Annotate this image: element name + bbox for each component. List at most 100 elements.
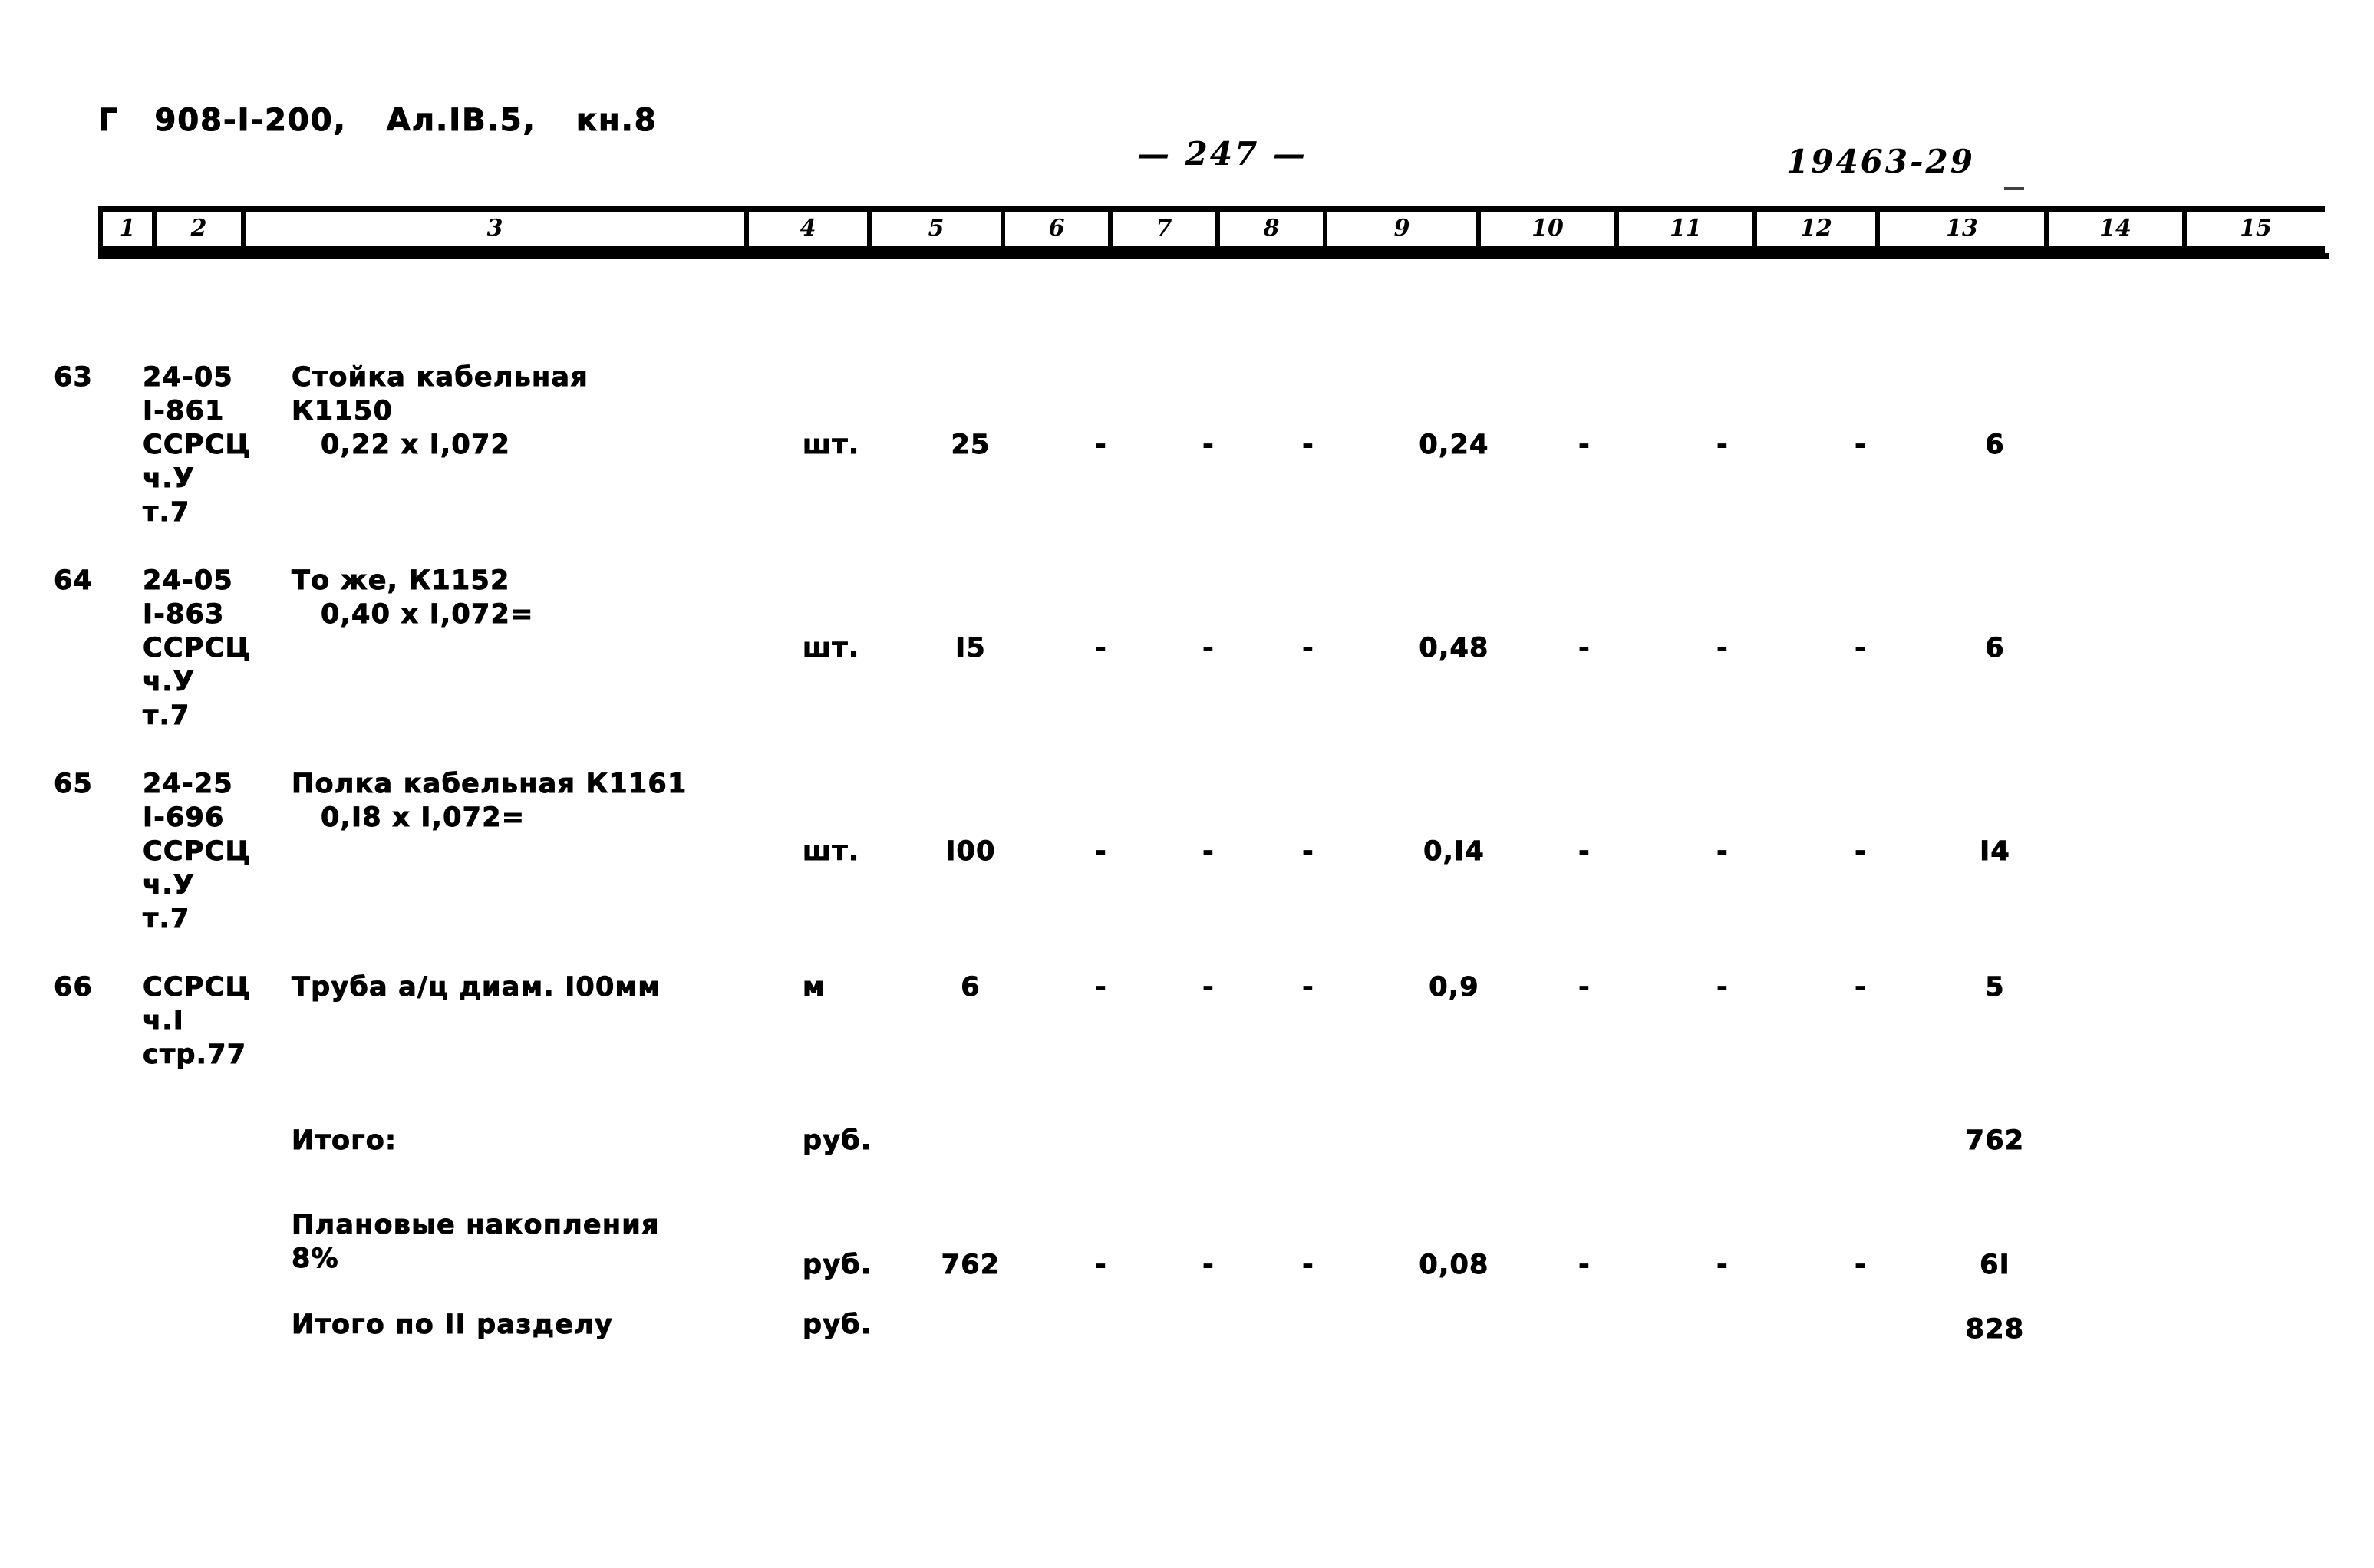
column-number-15: 15 [2240, 214, 2272, 242]
row-col9: 0,24 [1419, 430, 1489, 461]
row-code: ССРСЦ ч.I стр.77 [143, 972, 252, 1071]
column-number-9: 9 [1327, 212, 1481, 246]
summary-row-section-total: Итого по II разделу руб. 828 [0, 1308, 2374, 1392]
summary-col10: - [1578, 1250, 1591, 1281]
row-name-line3: 0,I8 х I,072= [321, 802, 526, 834]
column-number-1: 1 [98, 212, 157, 246]
row-qty: I5 [955, 633, 986, 664]
column-number-7: 7 [1113, 212, 1220, 246]
album-label: Ал.IB.5, [386, 102, 536, 138]
row-unit: шт. [803, 633, 860, 664]
row-unit: м [803, 972, 826, 1003]
row-col12: - [1855, 430, 1867, 461]
row-col13: 6 [1985, 430, 2005, 461]
column-number-10: 10 [1481, 212, 1619, 246]
book-label: кн.8 [575, 102, 658, 138]
table-row: 66 ССРСЦ ч.I стр.77 Труба а/ц диам. I00м… [0, 970, 2374, 1124]
row-qty: 25 [951, 430, 991, 461]
scan-artifact [2004, 187, 2024, 190]
row-name: Стойка кабельная К1150 0,22 х I,072 [292, 361, 813, 462]
page-number: — 247 — [1137, 135, 1307, 173]
row-number: 63 [54, 362, 94, 394]
row-col12: - [1855, 972, 1867, 1003]
table-row: 63 24-05 I-861 ССРСЦ ч.У т.7 Стойка кабе… [0, 361, 2374, 564]
row-col11: - [1716, 430, 1729, 461]
summary-col13: 6I [1980, 1250, 2010, 1281]
row-col13: I4 [1980, 836, 2010, 868]
column-number-4: 4 [749, 212, 872, 246]
summary-qty: 762 [941, 1250, 1001, 1281]
column-number-13: 13 [1880, 212, 2049, 246]
row-col6: - [1095, 836, 1107, 868]
scanned-estimate-page: Г 908-I-200, Ал.IB.5, кн.8 — 247 — 19463-29… [0, 0, 2374, 1568]
summary-row-total: Итого: руб. 762 [0, 1124, 2374, 1208]
column-number-6: 6 [1005, 212, 1113, 246]
summary-col7: - [1202, 1250, 1215, 1281]
row-col11: - [1716, 972, 1729, 1003]
column-number-2: 2 [157, 212, 246, 246]
row-number: 65 [54, 769, 94, 800]
summary-label: Плановые накопления 8% [292, 1210, 660, 1275]
document-header: Г 908-I-200, Ал.IB.5, кн.8 [97, 102, 658, 138]
column-number-14: 14 [2049, 212, 2187, 246]
row-col7: - [1202, 633, 1215, 664]
row-number: 66 [54, 972, 94, 1003]
row-name-line1: Труба а/ц диам. I00мм [292, 972, 661, 1003]
summary-col13: 762 [1965, 1125, 2025, 1157]
row-name-line3: 0,22 х I,072 [321, 430, 511, 461]
summary-unit: руб. [803, 1250, 872, 1281]
column-number-header: 1 2 3 4 5 6 7 8 9 10 11 12 13 14 15 [98, 206, 2325, 253]
row-col8: - [1302, 972, 1314, 1003]
summary-col6: - [1095, 1250, 1107, 1281]
row-name-line1: Стойка кабельная [292, 362, 589, 394]
table-row: 64 24-05 I-863 ССРСЦ ч.У т.7 То же, К115… [0, 564, 2374, 767]
estimate-rows: 63 24-05 I-861 ССРСЦ ч.У т.7 Стойка кабе… [0, 361, 2374, 1392]
row-col10: - [1578, 430, 1591, 461]
row-col10: - [1578, 633, 1591, 664]
scan-artifact [849, 256, 862, 259]
row-col8: - [1302, 836, 1314, 868]
row-col9: 0,I4 [1423, 836, 1485, 868]
column-number-3: 3 [246, 212, 749, 246]
row-qty: I00 [945, 836, 996, 868]
row-name: Полка кабельная К1161 0,I8 х I,072= [292, 767, 813, 835]
row-col8: - [1302, 633, 1314, 664]
row-col9: 0,48 [1419, 633, 1489, 664]
summary-col9: 0,08 [1419, 1250, 1489, 1281]
summary-row-planned-savings: Плановые накопления 8% руб. 762 - - - 0,… [0, 1208, 2374, 1308]
gamma-mark: Г [97, 102, 120, 138]
row-name-line3: 0,40 х I,072= [321, 599, 534, 631]
column-number-12: 12 [1757, 212, 1880, 246]
row-number: 64 [54, 565, 94, 597]
row-col11: - [1716, 633, 1729, 664]
row-col7: - [1202, 430, 1215, 461]
row-col8: - [1302, 430, 1314, 461]
row-name: Труба а/ц диам. I00мм [292, 970, 813, 1004]
row-col12: - [1855, 836, 1867, 868]
row-col13: 5 [1985, 972, 2005, 1003]
row-name: То же, К1152 0,40 х I,072= [292, 564, 813, 631]
row-col10: - [1578, 836, 1591, 868]
header-rule [98, 253, 2329, 259]
row-name-line1: Полка кабельная К1161 [292, 769, 687, 800]
column-number-5: 5 [872, 212, 1005, 246]
row-col10: - [1578, 972, 1591, 1003]
summary-label: Итого по II разделу [292, 1309, 614, 1341]
row-col6: - [1095, 633, 1107, 664]
row-col9: 0,9 [1429, 972, 1479, 1003]
summary-col8: - [1302, 1250, 1314, 1281]
row-col11: - [1716, 836, 1729, 868]
row-qty: 6 [961, 972, 981, 1003]
summary-label: Итого: [292, 1125, 397, 1157]
document-code: 908-I-200, [154, 102, 347, 138]
column-number-11: 11 [1619, 212, 1757, 246]
row-code: 24-05 I-861 ССРСЦ ч.У т.7 [143, 362, 252, 529]
row-name-line1: То же, К1152 [292, 565, 510, 597]
row-col6: - [1095, 972, 1107, 1003]
row-col13: 6 [1985, 633, 2005, 664]
row-col6: - [1095, 430, 1107, 461]
summary-unit: руб. [803, 1125, 872, 1157]
row-code: 24-05 I-863 ССРСЦ ч.У т.7 [143, 565, 252, 732]
column-number-8: 8 [1220, 212, 1327, 246]
row-col12: - [1855, 633, 1867, 664]
